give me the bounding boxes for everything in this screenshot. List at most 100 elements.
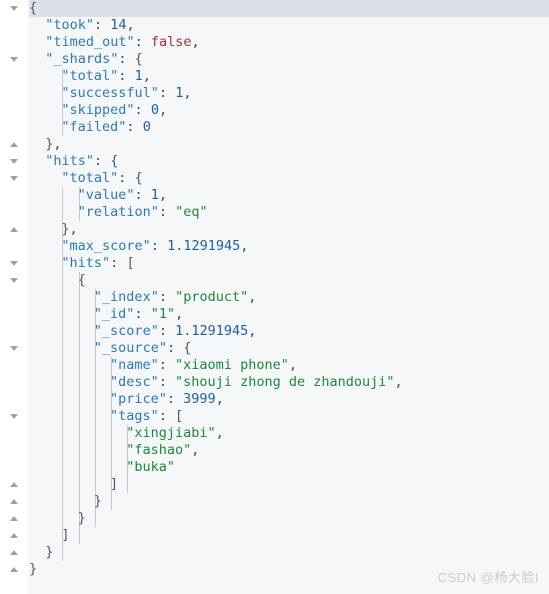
code-token-p: : (166, 340, 184, 356)
code-token-p: : (93, 153, 111, 169)
code-token-s: "fashao" (126, 442, 192, 458)
code-line[interactable]: "_index": "product", (29, 289, 549, 306)
code-token-n: 0 (150, 102, 159, 118)
code-token-p: : (158, 323, 176, 339)
code-token-br: } (29, 561, 38, 577)
code-line[interactable]: }, (29, 221, 549, 238)
code-line[interactable]: } (29, 493, 549, 510)
code-line[interactable]: }, (29, 136, 549, 153)
code-text-area[interactable]: {"took": 14, "timed_out": false, "_shards"… (29, 0, 549, 594)
code-token-k: "timed_out" (45, 34, 135, 50)
code-line[interactable]: "failed": 0 (29, 119, 549, 136)
code-token-br: { (134, 170, 143, 186)
code-line[interactable]: ] (29, 476, 549, 493)
code-token-p: , (158, 102, 168, 118)
code-token-p: : (93, 17, 111, 33)
code-token-s: "xingjiabi" (126, 425, 216, 441)
code-token-k: "_id" (93, 306, 135, 322)
fold-gutter[interactable] (0, 0, 28, 594)
fold-toggle-root-object-chevron-down-icon[interactable] (10, 4, 19, 13)
code-token-br: } (45, 544, 54, 560)
code-line[interactable]: } (29, 510, 549, 527)
code-token-k: "failed" (61, 119, 127, 135)
fold-toggle-hits-array-chevron-down-icon[interactable] (10, 259, 19, 268)
code-line[interactable]: "fashao", (29, 442, 549, 459)
fold-toggle-shards-chevron-down-icon[interactable] (10, 55, 19, 64)
fold-toggle-total-chevron-down-icon[interactable] (10, 174, 19, 183)
code-line[interactable]: "_source": { (29, 340, 549, 357)
code-line[interactable]: "relation": "eq" (29, 204, 549, 221)
code-token-p: : (118, 170, 135, 186)
code-token-p: , (394, 374, 403, 390)
fold-toggle-root-end-chevron-up-icon[interactable] (10, 565, 19, 574)
code-token-n: 14 (110, 17, 127, 33)
code-line[interactable]: "total": 1, (29, 68, 549, 85)
code-token-n: 1.1291945 (167, 238, 241, 254)
code-line[interactable]: "_id": "1", (29, 306, 549, 323)
code-line[interactable]: "timed_out": false, (29, 34, 549, 51)
code-line[interactable]: "name": "xiaomi phone", (29, 357, 549, 374)
fold-toggle-tags-chevron-down-icon[interactable] (10, 412, 19, 421)
code-line[interactable]: "hits": [ (29, 255, 549, 272)
code-token-s: "product" (175, 289, 249, 305)
code-token-p: , (142, 68, 151, 84)
code-line[interactable]: "price": 3999, (29, 391, 549, 408)
code-token-p: , (215, 425, 224, 441)
fold-toggle-hits-end-chevron-up-icon[interactable] (10, 548, 19, 557)
code-token-br: } (93, 493, 102, 509)
code-token-p: : (134, 306, 151, 322)
code-token-k: "took" (45, 17, 94, 33)
code-line[interactable]: "value": 1, (29, 187, 549, 204)
code-line[interactable]: "took": 14, (29, 17, 549, 34)
code-token-p: : (158, 374, 176, 390)
code-token-p: , (248, 323, 257, 339)
code-token-n: 1 (134, 68, 143, 84)
fold-toggle-hits-chevron-down-icon[interactable] (10, 157, 19, 166)
code-line[interactable]: "buka" (29, 459, 549, 476)
code-token-s: "eq" (175, 204, 208, 220)
fold-toggle-tags-end-chevron-up-icon[interactable] (10, 480, 19, 489)
code-line[interactable]: } (29, 544, 549, 561)
code-line[interactable]: "hits": { (29, 153, 549, 170)
code-token-p: , (158, 187, 168, 203)
code-token-p: , (53, 136, 62, 152)
code-token-br: { (77, 272, 86, 288)
code-token-k: "_index" (93, 289, 159, 305)
code-line[interactable]: { (29, 272, 549, 289)
fold-toggle-shards-end-chevron-up-icon[interactable] (10, 140, 19, 149)
fold-toggle-source-end-chevron-up-icon[interactable] (10, 497, 19, 506)
code-token-br: { (134, 51, 143, 67)
code-token-p: : (158, 408, 176, 424)
code-token-br: { (29, 0, 38, 16)
fold-toggle-hit-object-end-chevron-up-icon[interactable] (10, 514, 19, 523)
code-token-k: "hits" (45, 153, 94, 169)
code-token-k: "total" (61, 68, 119, 84)
code-token-p: : (110, 255, 127, 271)
code-line[interactable]: "total": { (29, 170, 549, 187)
code-token-br: { (183, 340, 192, 356)
code-token-br: ] (61, 527, 70, 543)
fold-toggle-hit-object-chevron-down-icon[interactable] (10, 276, 19, 285)
code-line[interactable]: "xingjiabi", (29, 425, 549, 442)
fold-toggle-total-end-chevron-up-icon[interactable] (10, 225, 19, 234)
code-line[interactable]: "successful": 1, (29, 85, 549, 102)
code-token-p: , (240, 238, 249, 254)
code-token-n: 1 (150, 187, 159, 203)
json-response-viewer: {"took": 14, "timed_out": false, "_shards"… (0, 0, 549, 594)
code-line[interactable]: "tags": [ (29, 408, 549, 425)
code-line[interactable]: ] (29, 527, 549, 544)
code-token-k: "price" (110, 391, 167, 407)
code-line[interactable]: "_shards": { (29, 51, 549, 68)
code-token-p: : (166, 391, 184, 407)
code-token-p: , (191, 34, 200, 50)
fold-toggle-hits-array-end-chevron-up-icon[interactable] (10, 531, 19, 540)
code-token-k: "_score" (93, 323, 159, 339)
code-token-kw: false (150, 34, 192, 50)
code-line[interactable]: { (29, 0, 549, 17)
code-line[interactable]: "max_score": 1.1291945, (29, 238, 549, 255)
code-token-p: : (118, 51, 135, 67)
code-line[interactable]: "_score": 1.1291945, (29, 323, 549, 340)
fold-toggle-source-chevron-down-icon[interactable] (10, 344, 19, 353)
code-line[interactable]: "skipped": 0, (29, 102, 549, 119)
code-line[interactable]: "desc": "shouji zhong de zhandouji", (29, 374, 549, 391)
